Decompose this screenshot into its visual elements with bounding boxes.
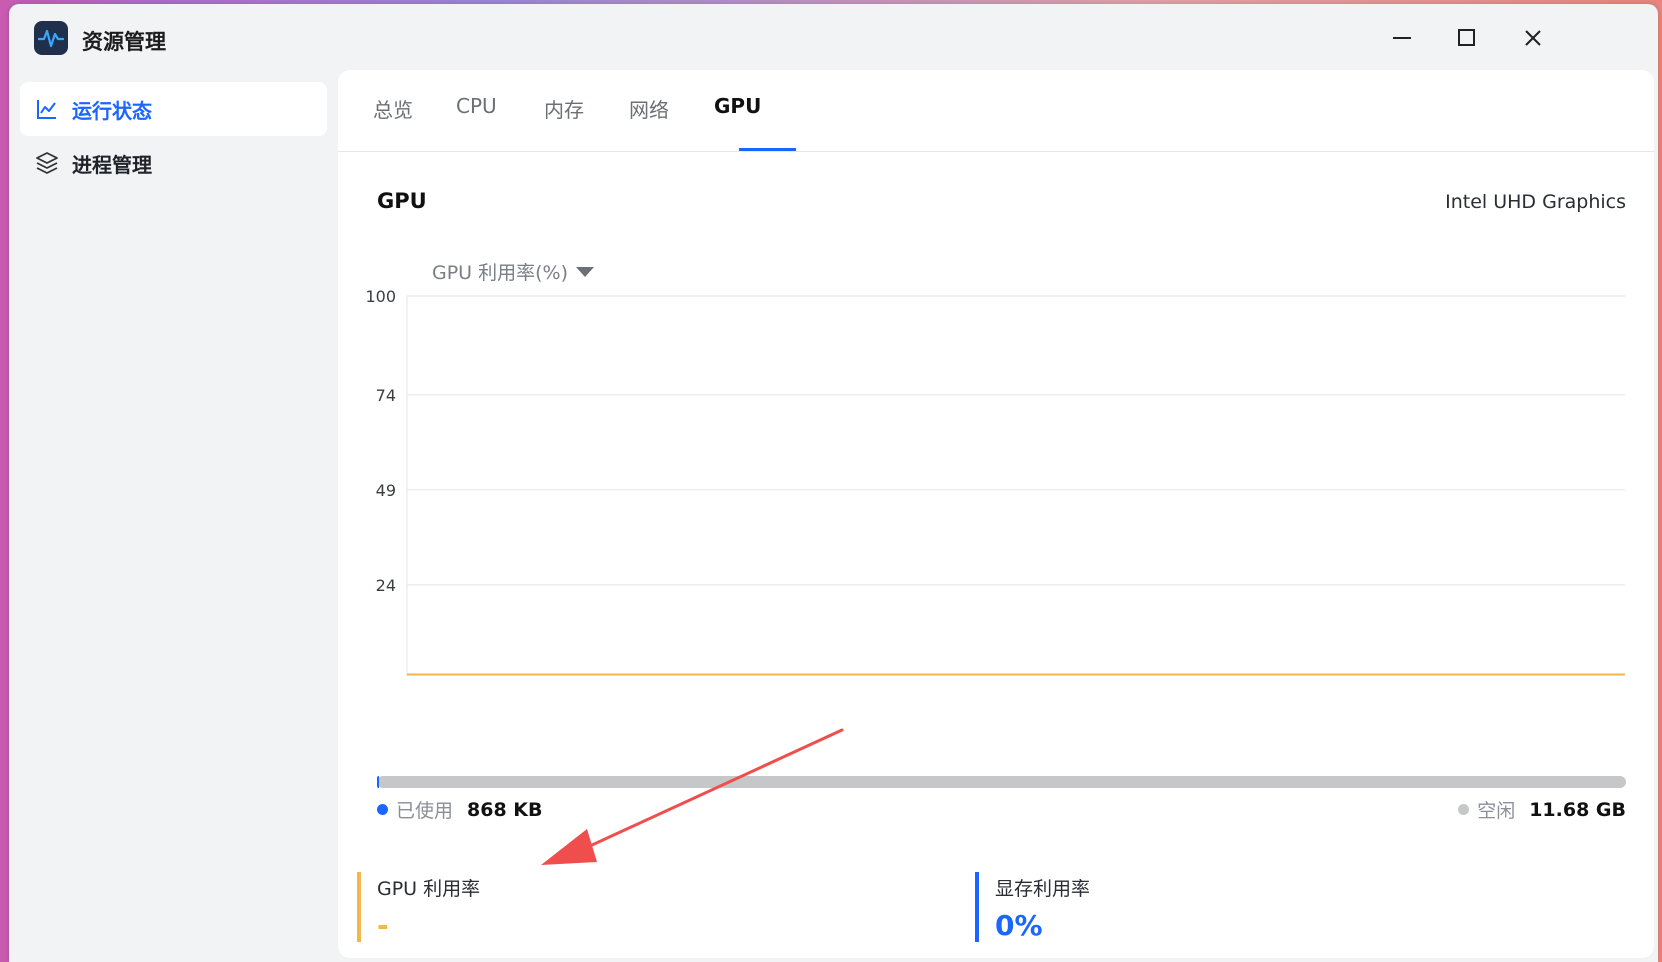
- memory-usage-bar: [377, 776, 1626, 788]
- stat-accent-bar: [357, 872, 361, 942]
- caret-down-icon: [576, 266, 595, 277]
- free-dot-icon: [1458, 804, 1470, 815]
- used-value: 868 KB: [467, 798, 543, 821]
- tab-cpu[interactable]: CPU: [449, 94, 504, 118]
- tab-overview[interactable]: 总览: [366, 94, 420, 123]
- minimize-icon: [1393, 37, 1411, 39]
- maximize-button[interactable]: [1447, 22, 1487, 54]
- app-window: 资源管理 运行状态 进程管理 总览 CPU 内存 网络 GPU GPU Inte…: [9, 4, 1658, 962]
- stat-gpu-utilization: GPU 利用率 -: [357, 872, 480, 942]
- stat-accent-bar: [975, 872, 979, 942]
- active-tab-indicator: [739, 148, 796, 151]
- gpu-device-name: Intel UHD Graphics: [1445, 191, 1626, 213]
- app-logo-icon: [34, 21, 68, 55]
- line-chart-icon: [34, 96, 60, 122]
- tab-gpu[interactable]: GPU: [707, 94, 768, 118]
- y-tick-label: 74: [376, 386, 396, 405]
- title-bar: 资源管理: [9, 4, 1658, 70]
- close-button[interactable]: [1513, 22, 1553, 54]
- sidebar-item-processes[interactable]: 进程管理: [20, 136, 327, 190]
- y-tick-label: 49: [376, 481, 396, 500]
- tab-memory[interactable]: 内存: [537, 94, 591, 123]
- sidebar: 运行状态 进程管理: [20, 82, 327, 190]
- free-label: 空闲: [1477, 800, 1516, 822]
- legend-free: 空闲 11.68 GB: [1458, 796, 1626, 823]
- stat-value: -: [377, 909, 389, 942]
- main-panel: 总览 CPU 内存 网络 GPU GPU Intel UHD Graphics …: [338, 70, 1654, 958]
- stat-label: GPU 利用率: [377, 878, 481, 900]
- maximize-icon: [1458, 29, 1475, 46]
- stat-vram-utilization: 显存利用率 0%: [975, 872, 1090, 942]
- free-value: 11.68 GB: [1529, 798, 1626, 821]
- sidebar-item-label: 进程管理: [72, 152, 152, 177]
- layers-icon: [34, 150, 60, 176]
- close-icon: [1525, 30, 1541, 46]
- sidebar-item-status[interactable]: 运行状态: [20, 82, 327, 136]
- sidebar-item-label: 运行状态: [72, 98, 152, 123]
- tab-network[interactable]: 网络: [622, 94, 676, 123]
- gpu-usage-chart: 100 74 49 24: [365, 287, 1625, 676]
- section-title: GPU: [377, 189, 427, 213]
- memory-usage-bar-fill: [377, 776, 379, 788]
- y-tick-label: 24: [376, 576, 396, 595]
- legend-used: 已使用 868 KB: [377, 796, 543, 823]
- minimize-button[interactable]: [1382, 22, 1422, 54]
- stat-label: 显存利用率: [995, 878, 1091, 900]
- tab-bar: 总览 CPU 内存 网络 GPU: [338, 70, 1654, 152]
- app-title: 资源管理: [82, 30, 166, 54]
- used-label: 已使用: [396, 800, 454, 822]
- used-dot-icon: [377, 804, 388, 815]
- stat-value: 0%: [995, 909, 1043, 942]
- y-tick-label: 100: [365, 287, 396, 306]
